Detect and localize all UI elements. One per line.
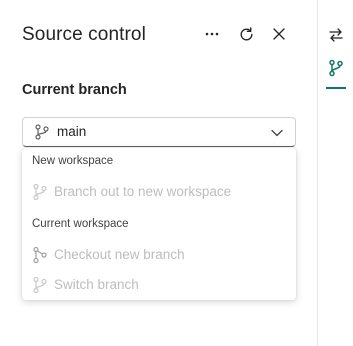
swap-arrows-icon (329, 28, 343, 42)
active-tab-indicator (326, 87, 346, 89)
menu-item-label: Switch branch (54, 277, 139, 292)
panel-title: Source control (22, 24, 146, 45)
more-options-button[interactable] (200, 22, 224, 46)
refresh-icon (240, 26, 253, 40)
side-rail (318, 0, 353, 346)
current-branch-label: Current branch (22, 82, 127, 98)
rail-source-control-button[interactable] (325, 57, 347, 79)
more-horizontal-icon (205, 32, 219, 36)
close-icon (273, 28, 285, 40)
checkout-branch-icon (33, 246, 47, 264)
branch-dropdown-menu: New workspace Branch out to new workspac… (22, 148, 296, 300)
branch-icon (35, 124, 49, 140)
menu-item-switch-branch[interactable]: Switch branch (22, 271, 296, 299)
group-label-new-workspace: New workspace (32, 155, 114, 167)
menu-item-label: Branch out to new workspace (54, 184, 232, 199)
branch-icon (33, 276, 47, 294)
group-label-current-workspace: Current workspace (32, 218, 129, 230)
refresh-button[interactable] (234, 22, 258, 46)
menu-item-branch-out[interactable]: Branch out to new workspace (22, 178, 296, 206)
menu-item-label: Checkout new branch (54, 247, 185, 262)
chevron-down-icon (271, 129, 283, 137)
close-button[interactable] (267, 22, 291, 46)
rail-swap-button[interactable] (325, 24, 347, 46)
branch-icon (33, 183, 47, 201)
menu-item-checkout-new-branch[interactable]: Checkout new branch (22, 241, 296, 269)
selected-branch: main (57, 124, 87, 139)
branch-icon (329, 59, 343, 77)
source-control-panel: Source control Current branch main New w… (0, 0, 318, 346)
branch-dropdown[interactable]: main (22, 117, 296, 147)
